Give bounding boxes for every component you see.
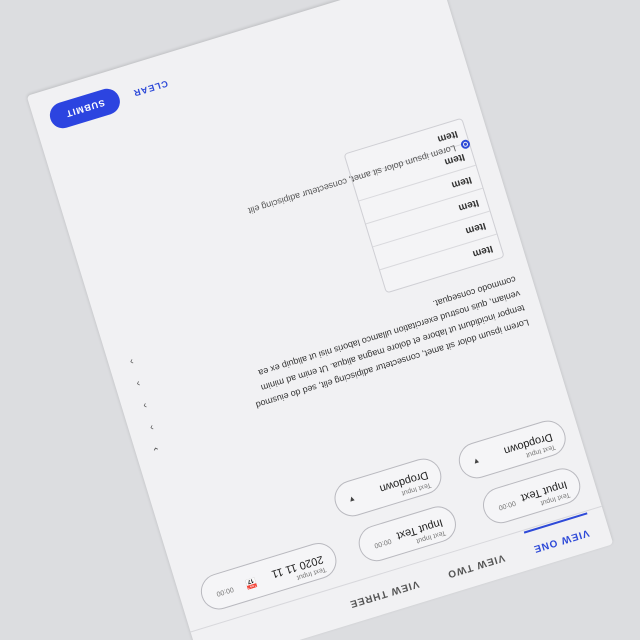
footer-actions: CLEAR SUBMIT (46, 71, 172, 132)
form-grid: Text Input Input Text 00:00 Text Input I… (155, 345, 585, 615)
tab-view-three[interactable]: VIEW THREE (341, 565, 428, 622)
item-list: Item Item Item Item Item Item (343, 117, 505, 294)
radio-button[interactable] (460, 139, 472, 151)
chevron-right-icon[interactable]: › (130, 378, 141, 391)
chevron-right-icon[interactable]: › (124, 356, 134, 369)
clear-button[interactable]: CLEAR (132, 78, 169, 98)
chevron-down-icon[interactable]: ⌄ (150, 444, 161, 457)
chevron-column: ⌄ › › › › (124, 356, 161, 457)
tab-view-one[interactable]: VIEW ONE (523, 512, 598, 568)
chevron-right-icon[interactable]: › (144, 422, 155, 435)
submit-button[interactable]: SUBMIT (46, 85, 124, 132)
tab-view-two[interactable]: VIEW TWO (438, 539, 513, 592)
chevron-right-icon[interactable]: › (137, 400, 148, 413)
stage: VIEW ONE VIEW TWO VIEW THREE Text Input … (0, 0, 640, 640)
form-card: VIEW ONE VIEW TWO VIEW THREE Text Input … (26, 0, 614, 640)
